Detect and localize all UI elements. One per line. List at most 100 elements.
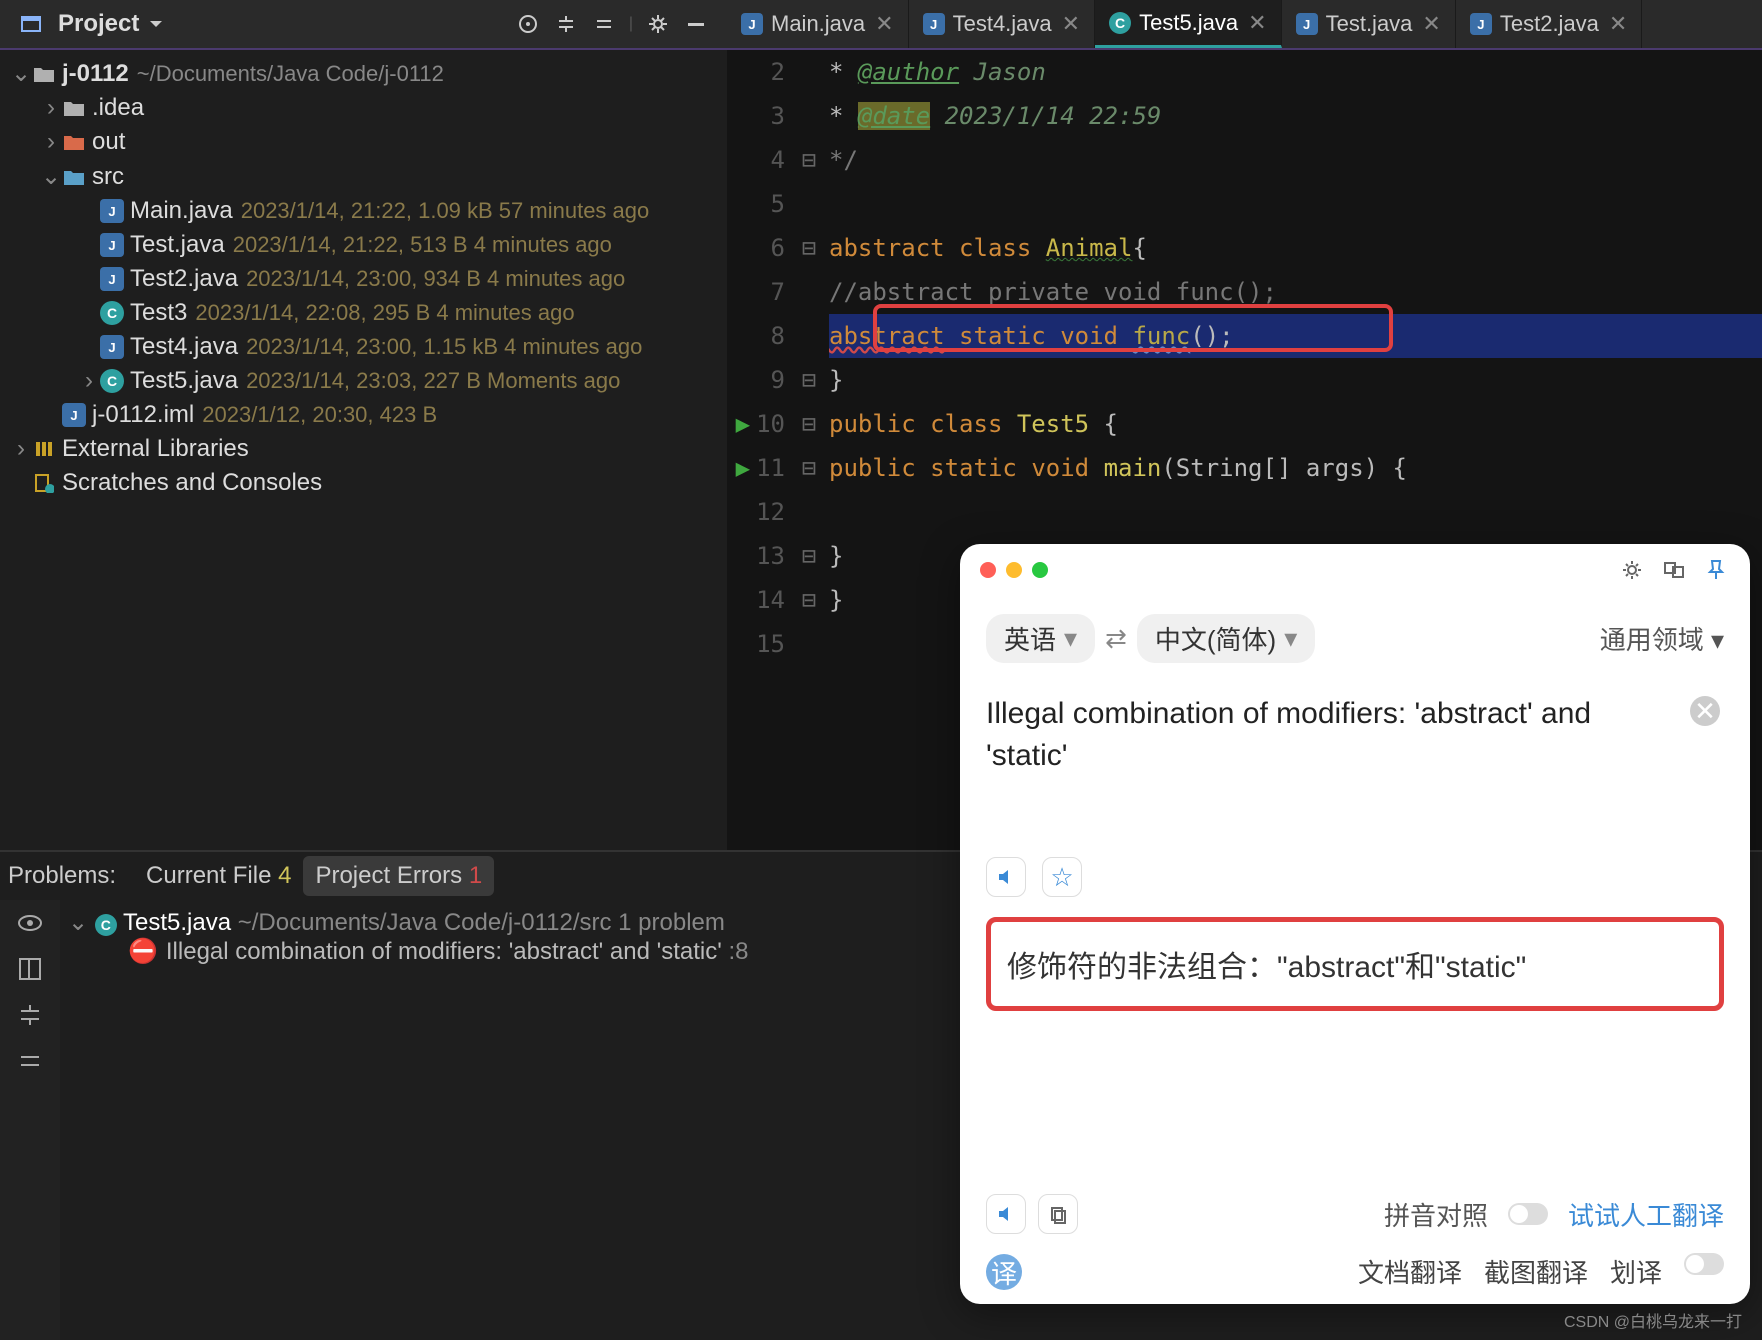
- code-line[interactable]: * @date 2023/1/14 22:59: [829, 94, 1762, 138]
- java-file-icon: J: [741, 13, 763, 35]
- translator-popup: 英语 ▾ ⇄ 中文(简体) ▾ 通用领域 ▾ Illegal combinati…: [960, 544, 1750, 1304]
- close-tab-icon[interactable]: ✕: [1248, 10, 1266, 36]
- translation-text[interactable]: 修饰符的非法组合："abstract"和"static": [1007, 951, 1526, 984]
- close-tab-icon[interactable]: ✕: [1609, 11, 1627, 37]
- problems-label: Problems:: [8, 862, 116, 890]
- problem-path: ~/Documents/Java Code/j-0112/src: [238, 909, 612, 936]
- watermark: CSDN @白桃乌龙来一打: [1564, 1308, 1742, 1332]
- java-file-icon: J: [100, 267, 124, 291]
- highlight-annotation-box: [873, 304, 1393, 352]
- folder-out[interactable]: ›out: [0, 125, 727, 159]
- java-file-icon: J: [100, 335, 124, 359]
- code-line[interactable]: * @author Jason: [829, 50, 1762, 94]
- code-line[interactable]: public static void main(String[] args) {: [829, 446, 1762, 490]
- speak-target-icon[interactable]: [986, 1194, 1026, 1234]
- swap-icon[interactable]: ⇄: [1105, 623, 1127, 654]
- scribe-toggle[interactable]: [1684, 1253, 1724, 1275]
- root-name: j-0112: [62, 60, 129, 88]
- editor-tab[interactable]: JTest.java✕: [1282, 0, 1456, 48]
- problem-file: Test5.java: [123, 909, 231, 936]
- close-tab-icon[interactable]: ✕: [1062, 11, 1080, 37]
- editor-tabs: JMain.java✕JTest4.java✕CTest5.java✕JTest…: [727, 0, 1762, 50]
- scratches-consoles[interactable]: Scratches and Consoles: [0, 466, 727, 500]
- editor-tab[interactable]: JMain.java✕: [727, 0, 909, 48]
- pinyin-toggle-label: 拼音对照: [1384, 1196, 1488, 1233]
- human-translate-link[interactable]: 试试人工翻译: [1568, 1196, 1724, 1233]
- minimize-icon[interactable]: [685, 13, 707, 35]
- problem-count: 1 problem: [618, 909, 725, 936]
- min-dot[interactable]: [1006, 562, 1022, 578]
- code-line[interactable]: abstract class Animal{: [829, 226, 1762, 270]
- external-libraries[interactable]: ›External Libraries: [0, 432, 727, 466]
- language-row: 英语 ▾ ⇄ 中文(简体) ▾ 通用领域 ▾: [986, 614, 1724, 663]
- editor-tab[interactable]: CTest5.java✕: [1095, 0, 1282, 48]
- clear-icon[interactable]: ✕: [1690, 696, 1720, 726]
- doc-translate-link[interactable]: 文档翻译: [1358, 1253, 1462, 1290]
- collapse-all-icon[interactable]: [593, 13, 615, 35]
- src-file[interactable]: JTest.java2023/1/14, 21:22, 513 B 4 minu…: [0, 228, 727, 262]
- project-toolbar: Project |: [0, 0, 727, 50]
- source-lang[interactable]: 英语 ▾: [986, 614, 1095, 663]
- project-tool-window: Project | ⌄j-0112~/Documents/Java Code/j…: [0, 0, 727, 850]
- scribe-translate-link[interactable]: 划译: [1610, 1253, 1662, 1290]
- src-file[interactable]: ›CTest5.java2023/1/14, 23:03, 227 B Mome…: [0, 364, 727, 398]
- fold-column[interactable]: ⊟⊟⊟⊟⊟⊟⊟: [797, 50, 821, 850]
- folder-src[interactable]: ⌄src: [0, 159, 727, 194]
- scratches-icon: [32, 471, 56, 495]
- folder-idea[interactable]: ›.idea: [0, 91, 727, 125]
- window-mode-icon[interactable]: [1662, 558, 1686, 582]
- expand-icon[interactable]: [17, 1002, 43, 1028]
- class-file-icon: C: [100, 369, 124, 393]
- code-line[interactable]: }: [829, 358, 1762, 402]
- close-dot[interactable]: [980, 562, 996, 578]
- window-controls: [980, 562, 1048, 578]
- src-file[interactable]: JTest2.java2023/1/14, 23:00, 934 B 4 min…: [0, 262, 727, 296]
- expand-all-icon[interactable]: [555, 13, 577, 35]
- code-line[interactable]: [829, 490, 1762, 534]
- target-lang[interactable]: 中文(简体) ▾: [1137, 614, 1315, 663]
- copy-icon[interactable]: [1038, 1194, 1078, 1234]
- speak-source-icon[interactable]: [986, 857, 1026, 897]
- problems-side-toolbar: [0, 900, 60, 1340]
- gutter[interactable]: 23456789▶10▶1112131415: [727, 50, 797, 850]
- code-line[interactable]: */: [829, 138, 1762, 182]
- translation-result-box: 修饰符的非法组合："abstract"和"static": [986, 917, 1724, 1011]
- favorite-icon[interactable]: ☆: [1042, 857, 1082, 897]
- screenshot-translate-link[interactable]: 截图翻译: [1484, 1253, 1588, 1290]
- dropdown-icon[interactable]: [147, 15, 165, 33]
- project-title: Project: [58, 10, 139, 38]
- tab-current-file[interactable]: Current File 4: [134, 856, 303, 896]
- layout-icon[interactable]: [17, 956, 43, 982]
- collapse-icon[interactable]: [17, 1048, 43, 1074]
- pinyin-toggle[interactable]: [1508, 1203, 1548, 1225]
- code-line[interactable]: public class Test5 {: [829, 402, 1762, 446]
- iml-file[interactable]: Jj-0112.iml2023/1/12, 20:30, 423 B: [0, 398, 727, 432]
- editor-tab[interactable]: JTest2.java✕: [1456, 0, 1643, 48]
- close-tab-icon[interactable]: ✕: [875, 11, 893, 37]
- iml-file-icon: J: [62, 403, 86, 427]
- java-file-icon: J: [1470, 13, 1492, 35]
- pin-icon[interactable]: [1704, 558, 1728, 582]
- java-file-icon: J: [923, 13, 945, 35]
- source-text[interactable]: Illegal combination of modifiers: 'abstr…: [986, 693, 1724, 777]
- error-icon: ⛔: [128, 938, 158, 965]
- eye-icon[interactable]: [17, 910, 43, 936]
- gear-icon[interactable]: [647, 13, 669, 35]
- src-file[interactable]: JMain.java2023/1/14, 21:22, 1.09 kB 57 m…: [0, 194, 727, 228]
- close-tab-icon[interactable]: ✕: [1422, 11, 1440, 37]
- root-path: ~/Documents/Java Code/j-0112: [137, 61, 444, 87]
- target-icon[interactable]: [517, 13, 539, 35]
- editor-tab[interactable]: JTest4.java✕: [909, 0, 1096, 48]
- tab-project-errors[interactable]: Project Errors 1: [303, 856, 494, 896]
- project-root[interactable]: ⌄j-0112~/Documents/Java Code/j-0112: [0, 56, 727, 91]
- project-icon: [20, 13, 42, 35]
- src-file[interactable]: CTest32023/1/14, 22:08, 295 B 4 minutes …: [0, 296, 727, 330]
- code-line[interactable]: [829, 182, 1762, 226]
- settings-icon[interactable]: [1620, 558, 1644, 582]
- java-file-icon: J: [1296, 13, 1318, 35]
- project-tree[interactable]: ⌄j-0112~/Documents/Java Code/j-0112 ›.id…: [0, 50, 727, 850]
- translator-badge-icon[interactable]: 译: [986, 1254, 1022, 1290]
- max-dot[interactable]: [1032, 562, 1048, 578]
- domain-select[interactable]: 通用领域 ▾: [1600, 620, 1724, 657]
- src-file[interactable]: JTest4.java2023/1/14, 23:00, 1.15 kB 4 m…: [0, 330, 727, 364]
